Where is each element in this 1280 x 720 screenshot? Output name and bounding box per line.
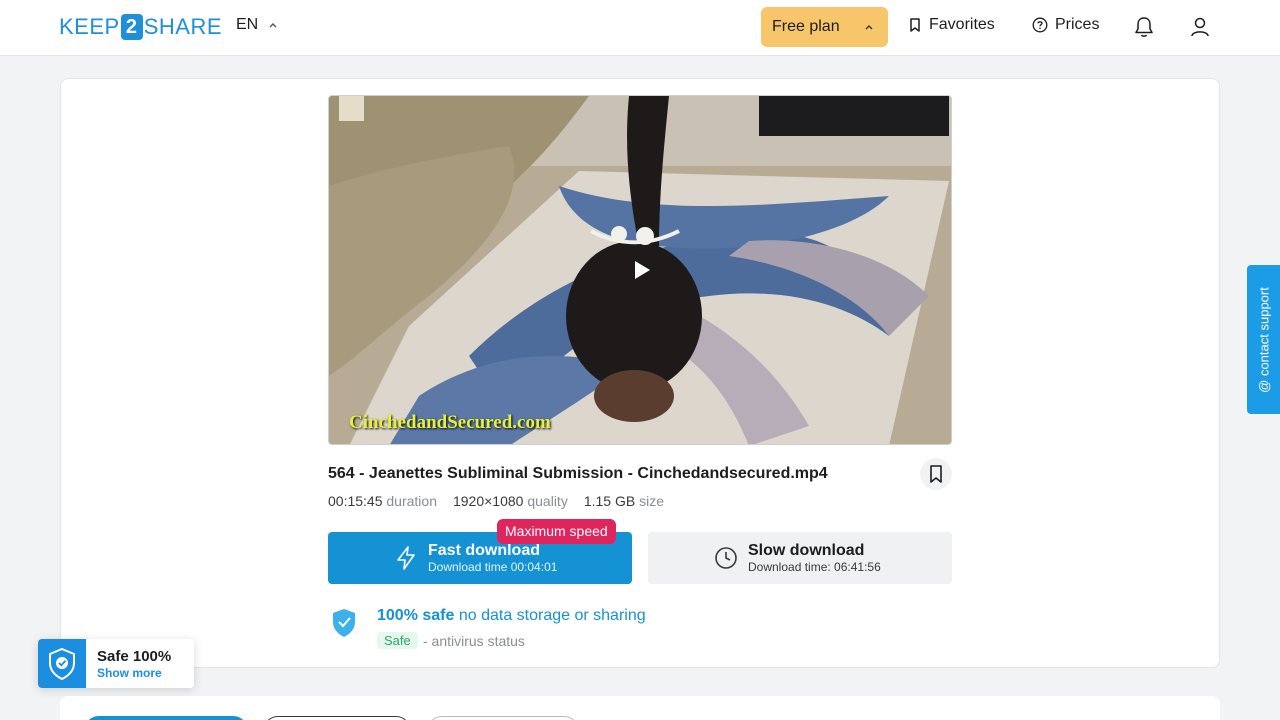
logo-two: 2 bbox=[120, 14, 143, 40]
keep2share-logo[interactable]: KEEP 2 SHARE bbox=[59, 14, 222, 40]
tab-1[interactable] bbox=[84, 716, 248, 720]
slow-download-time: Download time: 06:41:56 bbox=[748, 560, 881, 574]
clock-icon bbox=[715, 547, 737, 569]
safe-status-badge: Safe bbox=[377, 632, 418, 649]
file-size: 1.15 GB size bbox=[583, 493, 664, 509]
chevron-up-icon bbox=[865, 25, 873, 30]
help-circle-icon bbox=[1032, 17, 1048, 33]
language-label: EN bbox=[236, 16, 259, 33]
video-preview[interactable]: CinchedandSecured.com bbox=[328, 95, 952, 445]
notifications-button[interactable] bbox=[1132, 15, 1156, 39]
logo-keep: KEEP bbox=[59, 14, 120, 39]
safe-widget-title: Safe 100% bbox=[97, 647, 172, 665]
prices-label: Prices bbox=[1055, 16, 1100, 33]
chevron-up-icon bbox=[269, 23, 277, 28]
slow-download-label: Slow download bbox=[748, 542, 865, 559]
tab-3[interactable] bbox=[427, 716, 579, 720]
bookmark-icon bbox=[930, 465, 942, 483]
safety-headline: 100% safe no data storage or sharing bbox=[377, 607, 646, 625]
logo-share: SHARE bbox=[143, 14, 222, 39]
tab-2[interactable] bbox=[263, 716, 411, 720]
prices-link[interactable]: Prices bbox=[1032, 16, 1099, 34]
add-to-favorites-button[interactable] bbox=[920, 458, 952, 490]
slow-download-button[interactable]: Slow download Download time: 06:41:56 bbox=[648, 532, 952, 584]
antivirus-status-text: - antivirus status bbox=[423, 633, 525, 649]
lightning-icon bbox=[397, 546, 415, 570]
safety-headline-rest: no data storage or sharing bbox=[458, 607, 646, 624]
safety-headline-bold: 100% safe bbox=[377, 607, 455, 624]
fast-download-time: Download time 00:04:01 bbox=[428, 560, 558, 574]
maximum-speed-badge: Maximum speed bbox=[497, 519, 616, 544]
bell-icon bbox=[1135, 17, 1153, 37]
favorites-link[interactable]: Favorites bbox=[908, 16, 995, 34]
contact-support-label: @ contact support bbox=[1256, 286, 1271, 393]
show-more-link[interactable]: Show more bbox=[97, 666, 171, 680]
free-plan-label: Free plan bbox=[772, 18, 840, 35]
play-icon[interactable] bbox=[632, 259, 652, 281]
fast-download-label: Fast download bbox=[428, 542, 540, 559]
bookmark-icon bbox=[910, 18, 920, 32]
shield-check-icon bbox=[49, 647, 75, 680]
language-selector[interactable]: EN bbox=[236, 16, 278, 34]
free-plan-button[interactable]: Free plan bbox=[761, 7, 888, 47]
video-watermark: CinchedandSecured.com bbox=[349, 412, 551, 433]
shield-check-icon bbox=[333, 609, 355, 637]
file-duration: 00:15:45 duration bbox=[328, 493, 437, 509]
top-header: KEEP 2 SHARE EN Free plan Favorites Pric… bbox=[0, 0, 1280, 56]
file-title: 564 - Jeanettes Subliminal Submission - … bbox=[328, 465, 828, 482]
contact-support-tab[interactable]: @ contact support bbox=[1247, 265, 1280, 414]
file-meta: 00:15:45 duration 1920×1080 quality 1.15… bbox=[328, 493, 664, 509]
favorites-label: Favorites bbox=[929, 16, 995, 33]
safe-100-widget[interactable]: Safe 100% Show more bbox=[38, 639, 194, 688]
safe-widget-icon-box bbox=[38, 639, 86, 688]
user-icon bbox=[1191, 17, 1209, 37]
file-quality: 1920×1080 quality bbox=[452, 493, 568, 509]
account-button[interactable] bbox=[1188, 15, 1212, 39]
